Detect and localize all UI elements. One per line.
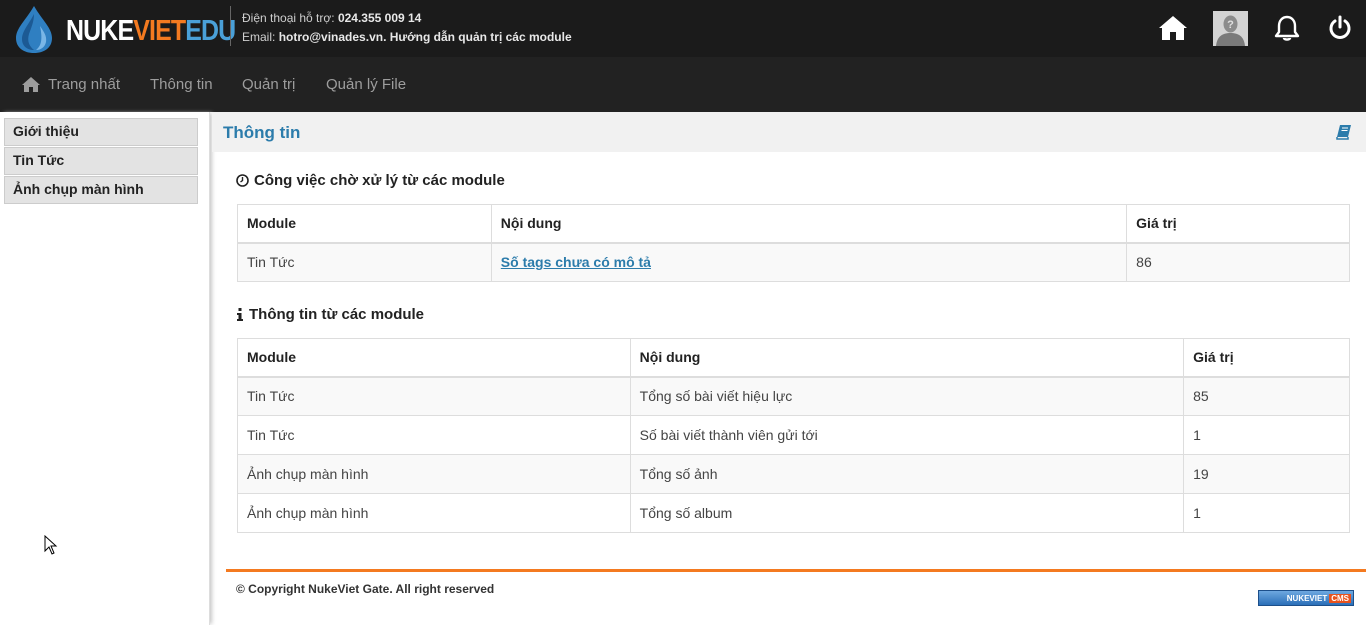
power-icon[interactable]	[1322, 10, 1358, 46]
column-header: Giá trị	[1126, 204, 1350, 244]
column-header: Nội dung	[490, 204, 1128, 244]
pending-table: Module Nội dung Giá trị Tin Tức Số tags …	[237, 204, 1350, 282]
email-label: Email:	[242, 30, 276, 44]
book-icon[interactable]	[1336, 124, 1352, 143]
cell-module: Tin Tức	[237, 376, 631, 416]
avatar[interactable]: ?	[1213, 11, 1248, 46]
pending-task-link[interactable]: Số tags chưa có mô tả	[501, 254, 651, 270]
cell-value: 19	[1183, 454, 1350, 494]
cell-module: Tin Tức	[237, 415, 631, 455]
cell-module: Tin Tức	[237, 242, 492, 282]
table-row: Tin Tức Số tags chưa có mô tả 86	[237, 242, 1350, 282]
site-logo[interactable]: NUKEVIETEDU	[12, 4, 236, 54]
copyright-text: © Copyright NukeViet Gate. All right res…	[236, 582, 495, 596]
logo-drop-icon	[16, 6, 52, 53]
page-title: Thông tin	[223, 123, 301, 142]
info-table: Module Nội dung Giá trị Tin Tức Tổng số …	[237, 338, 1350, 533]
table-header-row: Module Nội dung Giá trị	[237, 204, 1350, 244]
top-header: NUKEVIETEDU Điện thoại hỗ trợ: 024.355 0…	[0, 0, 1366, 57]
header-divider	[230, 6, 231, 46]
cell-value: 1	[1183, 415, 1350, 455]
home-icon	[22, 77, 40, 92]
pending-section-heading: Công việc chờ xử lý từ các module	[236, 172, 505, 189]
cell-module: Ảnh chụp màn hình	[237, 454, 631, 494]
phone-number: 024.355 009 14	[337, 11, 422, 25]
cell-content: Tổng số album	[629, 493, 1185, 533]
cell-value: 1	[1183, 493, 1350, 533]
nukeviet-cms-badge[interactable]: NUKEVIET CMS	[1258, 590, 1354, 606]
badge-right-text: CMS	[1329, 593, 1351, 603]
info-icon	[237, 308, 243, 321]
bell-icon[interactable]	[1269, 10, 1305, 46]
footer-divider	[226, 569, 1366, 572]
column-header: Giá trị	[1183, 338, 1350, 378]
badge-left-text: NUKEVIET	[1286, 593, 1328, 603]
cell-content: Tổng số ảnh	[629, 454, 1185, 494]
email-line[interactable]: hotro@vinades.vn. Hướng dẫn quản trị các…	[279, 30, 572, 44]
table-row: Tin Tức Tổng số bài viết hiệu lực 85	[237, 376, 1350, 416]
cell-value: 86	[1126, 242, 1350, 282]
main-nav: Trang nhất Thông tin Quản trị Quản lý Fi…	[0, 57, 1366, 112]
sidebar-item-news[interactable]: Tin Tức	[4, 147, 198, 175]
phone-label: Điện thoại hỗ trợ:	[242, 11, 335, 25]
table-row: Tin Tức Số bài viết thành viên gửi tới 1	[237, 415, 1350, 455]
cell-content: Số bài viết thành viên gửi tới	[629, 415, 1185, 455]
clock-icon	[236, 174, 249, 187]
cell-content: Số tags chưa có mô tả	[490, 242, 1128, 282]
home-icon[interactable]	[1155, 10, 1191, 46]
column-header: Nội dung	[629, 338, 1185, 378]
nav-item-label: Trang nhất	[48, 76, 120, 93]
cell-content: Tổng số bài viết hiệu lực	[629, 376, 1185, 416]
support-info: Điện thoại hỗ trợ: 024.355 009 14 Email:…	[242, 9, 572, 47]
mouse-cursor-icon	[44, 534, 58, 558]
info-section-heading: Thông tin từ các module	[236, 306, 424, 323]
table-header-row: Module Nội dung Giá trị	[237, 338, 1350, 378]
nav-item-info[interactable]: Thông tin	[150, 76, 213, 93]
pending-heading-text: Công việc chờ xử lý từ các module	[254, 172, 505, 189]
sidebar-item-screenshots[interactable]: Ảnh chụp màn hình	[4, 176, 198, 204]
cell-value: 85	[1183, 376, 1350, 416]
svg-text:?: ?	[1227, 19, 1234, 31]
info-heading-text: Thông tin từ các module	[249, 306, 425, 323]
sidebar-item-about[interactable]: Giới thiệu	[4, 118, 198, 146]
table-row: Ảnh chụp màn hình Tổng số album 1	[237, 493, 1350, 533]
logo-text: NUKEVIETEDU	[66, 15, 236, 47]
nav-item-admin[interactable]: Quản trị	[242, 76, 295, 93]
page-title-bar: Thông tin	[212, 112, 1366, 152]
column-header: Module	[237, 204, 492, 244]
sidebar: Giới thiệu Tin Tức Ảnh chụp màn hình	[0, 112, 210, 625]
cell-module: Ảnh chụp màn hình	[237, 493, 631, 533]
column-header: Module	[237, 338, 631, 378]
nav-item-home[interactable]: Trang nhất	[22, 76, 120, 93]
nav-item-files[interactable]: Quản lý File	[326, 76, 406, 93]
table-row: Ảnh chụp màn hình Tổng số ảnh 19	[237, 454, 1350, 494]
